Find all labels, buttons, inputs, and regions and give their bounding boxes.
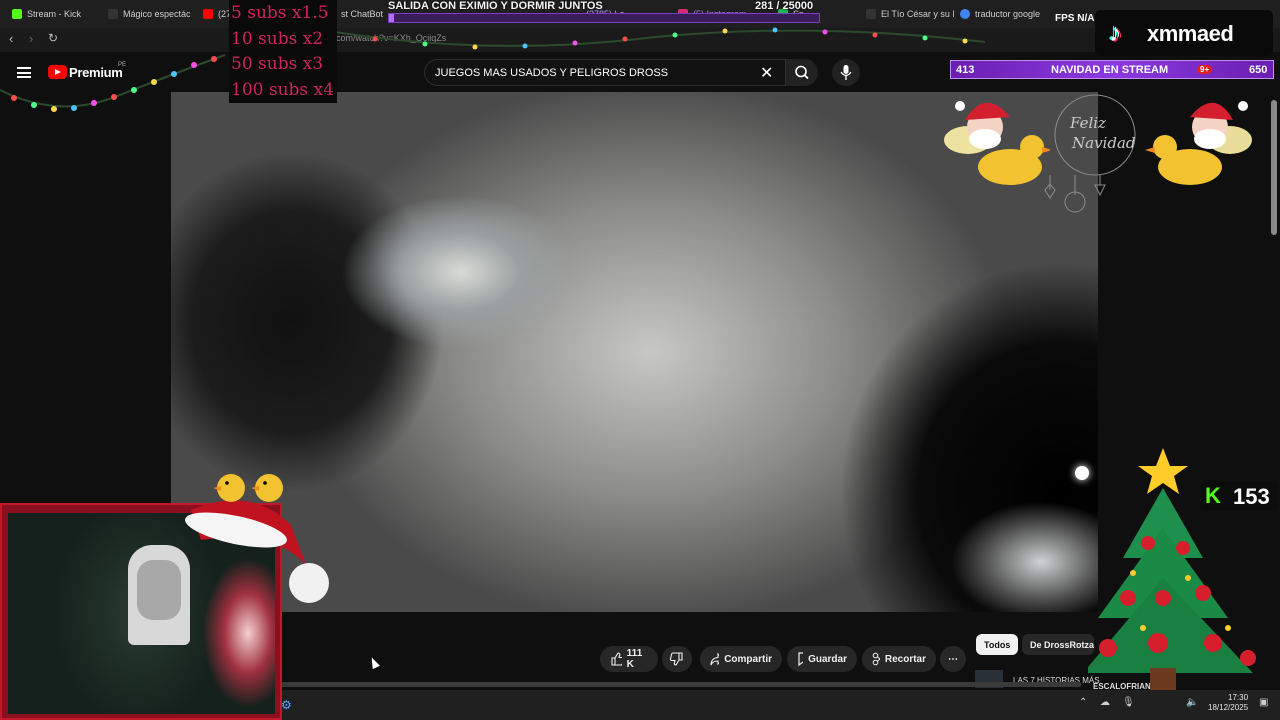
clip-label: Recortar	[884, 653, 926, 665]
microphone-icon	[840, 65, 852, 80]
dislike-button[interactable]	[662, 646, 692, 672]
subs-multiplier-4: 100 subs x4	[231, 80, 334, 100]
chair-seat	[137, 560, 181, 620]
navidad-banner: 413 NAVIDAD EN STREAM 9+ 650	[950, 60, 1274, 79]
kick-icon	[12, 9, 22, 19]
back-icon[interactable]: ‹	[9, 31, 13, 46]
tiktok-icon	[108, 9, 118, 19]
like-count: 111 K	[626, 648, 643, 670]
santa-duck-right	[1145, 101, 1252, 185]
navidad-title: NAVIDAD EN STREAM	[1051, 64, 1169, 76]
steam-icon[interactable]: ⚙	[281, 698, 292, 712]
tray-chevron-icon[interactable]: ⌃	[1079, 697, 1087, 708]
search-button[interactable]	[786, 59, 818, 86]
tab-label: st ChatBot	[341, 9, 384, 19]
feliz-text: Feliz	[1069, 114, 1106, 132]
tiktok-logo-icon: ♪	[1109, 19, 1122, 47]
notification-icon[interactable]: ▣	[1259, 697, 1268, 708]
thumbs-down-icon	[670, 652, 683, 666]
tab-kick[interactable]: Stream - Kick	[4, 0, 104, 28]
save-button[interactable]: Guardar	[787, 646, 857, 672]
navidad-badge: 9+	[1197, 65, 1213, 74]
tiktok-handle: xmmaed	[1147, 21, 1234, 46]
clear-search-icon[interactable]: ✕	[760, 63, 773, 83]
christmas-lights-left	[0, 54, 226, 112]
navidad-left-count: 413	[956, 64, 975, 76]
tab-label: Stream - Kick	[27, 9, 82, 19]
subgoal-title: SALIDA CON EXIMIO Y DORMIR JUNTOS	[388, 0, 603, 12]
santa-duck-left	[944, 101, 1050, 185]
voice-search-button[interactable]	[832, 59, 860, 86]
eye-highlight	[1075, 466, 1089, 480]
volume-icon[interactable]: 🔈	[1186, 697, 1198, 708]
christmas-tree	[1088, 448, 1256, 690]
hat-pompom	[289, 563, 329, 603]
share-label: Compartir	[724, 653, 772, 665]
share-button[interactable]: Compartir	[700, 646, 782, 672]
tab-magico[interactable]: Mágico espectác	[100, 0, 195, 28]
navidad-text: Navidad	[1071, 134, 1136, 152]
tiktok-icon	[866, 9, 876, 19]
clip-button[interactable]: Recortar	[862, 646, 936, 672]
tab-label: El Tío César y su l	[881, 9, 955, 19]
scissors-icon	[872, 652, 880, 666]
subs-multiplier-1: 5 subs x1.5	[231, 3, 329, 23]
screen: Stream - Kick Mágico espectác (278 st Ch…	[0, 0, 1280, 720]
tab-label: traductor google	[975, 9, 1041, 19]
subs-multiplier-2: 10 subs x2	[231, 29, 324, 49]
subs-multiplier-3: 50 subs x3	[231, 54, 324, 74]
youtube-icon	[203, 9, 213, 19]
search-input[interactable]: JUEGOS MAS USADOS Y PELIGROS DROSS	[435, 67, 668, 79]
christmas-lights-top	[335, 27, 985, 50]
tab-label: Mágico espectác	[123, 9, 191, 19]
star-icon	[1138, 448, 1188, 494]
search-box[interactable]: JUEGOS MAS USADOS Y PELIGROS DROSS	[424, 59, 786, 86]
more-actions-button[interactable]: ⋯	[940, 646, 966, 672]
clock-date: 18/12/2025	[1208, 703, 1249, 712]
santa-hat-ducks	[185, 474, 306, 565]
subgoal-count: 281 / 25000	[755, 0, 814, 12]
forward-icon[interactable]: ›	[29, 31, 33, 46]
thumbs-up-icon	[611, 652, 622, 666]
reload-icon[interactable]: ↻	[48, 31, 58, 45]
bookmark-icon	[798, 652, 804, 666]
chip-channel[interactable]: De DrossRotzank	[1022, 634, 1094, 655]
like-button[interactable]: 111 K	[600, 646, 658, 672]
subgoal-progress-bar	[388, 13, 820, 23]
cloud-icon[interactable]: ☁	[1100, 697, 1110, 708]
save-label: Guardar	[808, 653, 847, 665]
navidad-right-count: 650	[1249, 64, 1268, 76]
side-video-item[interactable]: LAS 7 HISTORIAS MÁS ESCALOFRIAN	[975, 670, 1151, 691]
subgoal-progress-fill	[389, 14, 394, 22]
share-icon	[710, 652, 720, 666]
chip-all[interactable]: Todos	[976, 634, 1019, 655]
google-icon	[960, 9, 970, 19]
taskbar-clock[interactable]: 17:30 18/12/2025	[1208, 693, 1248, 713]
mic-tray-icon[interactable]: 🎙	[1122, 697, 1135, 708]
search-icon	[795, 65, 809, 80]
tiktok-badge: ♪ xmmaed	[1095, 10, 1273, 56]
more-icon: ⋯	[948, 653, 958, 665]
feliz-navidad-ornament: Feliz Navidad	[1044, 94, 1136, 213]
fps-readout: FPS N/A	[1055, 13, 1095, 24]
horizontal-scrollbar[interactable]	[281, 682, 1081, 687]
page-scrollbar[interactable]	[1271, 100, 1277, 235]
clock-time: 17:30	[1228, 693, 1249, 702]
